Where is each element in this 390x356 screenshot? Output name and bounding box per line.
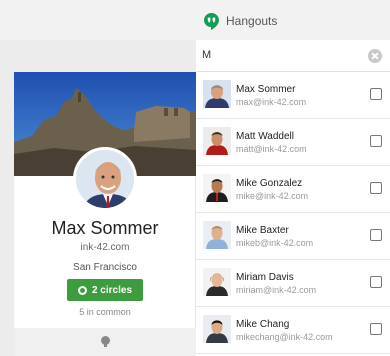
contact-name: Mike Chang xyxy=(236,319,290,330)
circles-button-label: 2 circles xyxy=(91,284,133,296)
search-row: M xyxy=(0,40,390,72)
circles-button[interactable]: 2 circles xyxy=(67,279,143,301)
profile-domain: ink-42.com xyxy=(80,242,130,253)
clear-icon[interactable] xyxy=(368,49,382,63)
contact-avatar xyxy=(203,80,231,108)
list-item[interactable]: Miriam Davis miriam@ink-42.com xyxy=(196,260,390,307)
top-bar: Hangouts xyxy=(0,0,390,40)
app-title: Hangouts xyxy=(204,12,277,30)
search-input-value[interactable]: M xyxy=(202,49,211,61)
contact-list: Max Sommer max@ink-42.com Matt Waddell m… xyxy=(196,72,390,356)
contact-email: matt@ink-42.com xyxy=(236,144,307,154)
common-count: 5 in common xyxy=(79,307,131,317)
contact-name: Matt Waddell xyxy=(236,131,294,142)
contact-name: Mike Baxter xyxy=(236,225,289,236)
search-row-spacer xyxy=(0,40,196,72)
contact-avatar xyxy=(203,315,231,343)
hangouts-quote-icon xyxy=(204,12,219,30)
profile-name: Max Sommer xyxy=(51,218,159,238)
contact-checkbox[interactable] xyxy=(370,88,382,100)
contact-checkbox[interactable] xyxy=(370,276,382,288)
list-item[interactable]: Max Sommer max@ink-42.com xyxy=(196,72,390,119)
contact-avatar xyxy=(203,268,231,296)
left-gutter xyxy=(0,72,14,356)
contact-name: Miriam Davis xyxy=(236,272,294,283)
chat-bubble-icon[interactable] xyxy=(101,336,110,347)
contact-name: Mike Gonzalez xyxy=(236,178,303,189)
contact-checkbox[interactable] xyxy=(370,323,382,335)
list-item[interactable]: Mike Chang mikechang@ink-42.com xyxy=(196,307,390,354)
contact-avatar xyxy=(203,221,231,249)
profile-card: Max Sommer ink-42.com San Francisco 2 ci… xyxy=(14,72,196,356)
list-item[interactable]: Mike Gonzalez mike@ink-42.com xyxy=(196,166,390,213)
card-footer xyxy=(14,328,196,356)
profile-location: San Francisco xyxy=(73,262,137,273)
app-title-label: Hangouts xyxy=(226,14,278,28)
list-item[interactable]: Matt Waddell matt@ink-42.com xyxy=(196,119,390,166)
contact-email: miriam@ink-42.com xyxy=(236,285,317,295)
contact-name: Max Sommer xyxy=(236,84,296,95)
contact-checkbox[interactable] xyxy=(370,182,382,194)
contact-avatar xyxy=(203,174,231,202)
contact-checkbox[interactable] xyxy=(370,135,382,147)
list-item[interactable]: Mike Baxter mikeb@ink-42.com xyxy=(196,213,390,260)
profile-avatar xyxy=(73,147,137,211)
contact-email: mikeb@ink-42.com xyxy=(236,238,314,248)
search-input[interactable]: M xyxy=(196,40,390,72)
contact-email: mike@ink-42.com xyxy=(236,191,309,201)
contact-avatar xyxy=(203,127,231,155)
circles-icon xyxy=(77,285,87,295)
contact-checkbox[interactable] xyxy=(370,229,382,241)
contact-email: mikechang@ink-42.com xyxy=(236,332,333,342)
contact-email: max@ink-42.com xyxy=(236,97,307,107)
